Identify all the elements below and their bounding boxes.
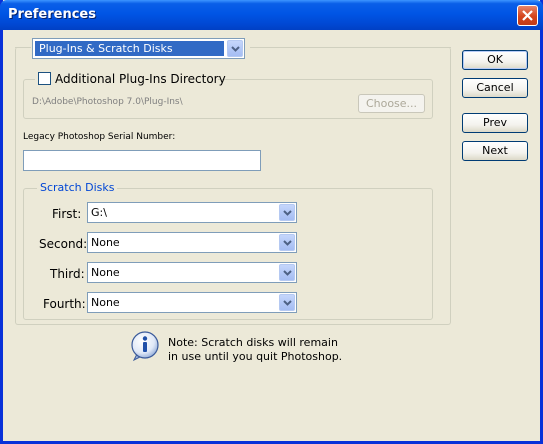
- fourth-disk-select[interactable]: None: [87, 292, 297, 313]
- fourth-disk-arrow[interactable]: [279, 294, 295, 311]
- third-disk-value: None: [91, 266, 120, 279]
- close-button[interactable]: [517, 5, 538, 26]
- fourth-label: Fourth:: [43, 297, 86, 311]
- third-label: Third:: [50, 267, 85, 281]
- plugins-path: D:\Adobe\Photoshop 7.0\Plug-Ins\: [32, 97, 183, 107]
- window-title: Preferences: [8, 7, 96, 22]
- second-disk-value: None: [91, 236, 120, 249]
- section-select[interactable]: Plug-Ins & Scratch Disks: [32, 38, 245, 59]
- section-select-value: Plug-Ins & Scratch Disks: [39, 42, 173, 55]
- plugins-legend: Additional Plug-Ins Directory: [35, 70, 226, 88]
- plugins-checkbox[interactable]: [38, 72, 51, 85]
- section-select-arrow[interactable]: [227, 40, 243, 57]
- prev-button[interactable]: Prev: [462, 113, 528, 133]
- first-disk-select[interactable]: G:\: [87, 202, 297, 223]
- serial-input[interactable]: [23, 150, 261, 171]
- main-group-top-left: [15, 47, 31, 48]
- cancel-button[interactable]: Cancel: [462, 78, 528, 98]
- chevron-down-icon: [283, 270, 292, 276]
- fourth-disk-value: None: [91, 296, 120, 309]
- chevron-down-icon: [283, 300, 292, 306]
- chevron-down-icon: [283, 210, 292, 216]
- chevron-down-icon: [283, 240, 292, 246]
- note-line-2: in use until you quit Photoshop.: [168, 350, 343, 363]
- chevron-down-icon: [231, 46, 240, 52]
- note-line-1: Note: Scratch disks will remain: [168, 336, 338, 349]
- ok-button[interactable]: OK: [462, 50, 528, 70]
- close-icon: [522, 10, 533, 21]
- title-bar[interactable]: Preferences: [0, 0, 543, 30]
- first-disk-value: G:\: [91, 206, 107, 219]
- next-button[interactable]: Next: [462, 141, 528, 161]
- second-disk-select[interactable]: None: [87, 232, 297, 253]
- serial-label: Legacy Photoshop Serial Number:: [23, 132, 176, 142]
- main-group-top-right: [250, 47, 451, 48]
- first-label: First:: [52, 207, 82, 221]
- scratch-legend: Scratch Disks: [37, 181, 118, 194]
- third-disk-select[interactable]: None: [87, 262, 297, 283]
- second-label: Second:: [39, 237, 88, 251]
- info-icon: [128, 330, 162, 364]
- plugins-checkbox-label[interactable]: Additional Plug-Ins Directory: [55, 72, 226, 86]
- choose-button[interactable]: Choose...: [358, 94, 425, 113]
- third-disk-arrow[interactable]: [279, 264, 295, 281]
- second-disk-arrow[interactable]: [279, 234, 295, 251]
- first-disk-arrow[interactable]: [279, 204, 295, 221]
